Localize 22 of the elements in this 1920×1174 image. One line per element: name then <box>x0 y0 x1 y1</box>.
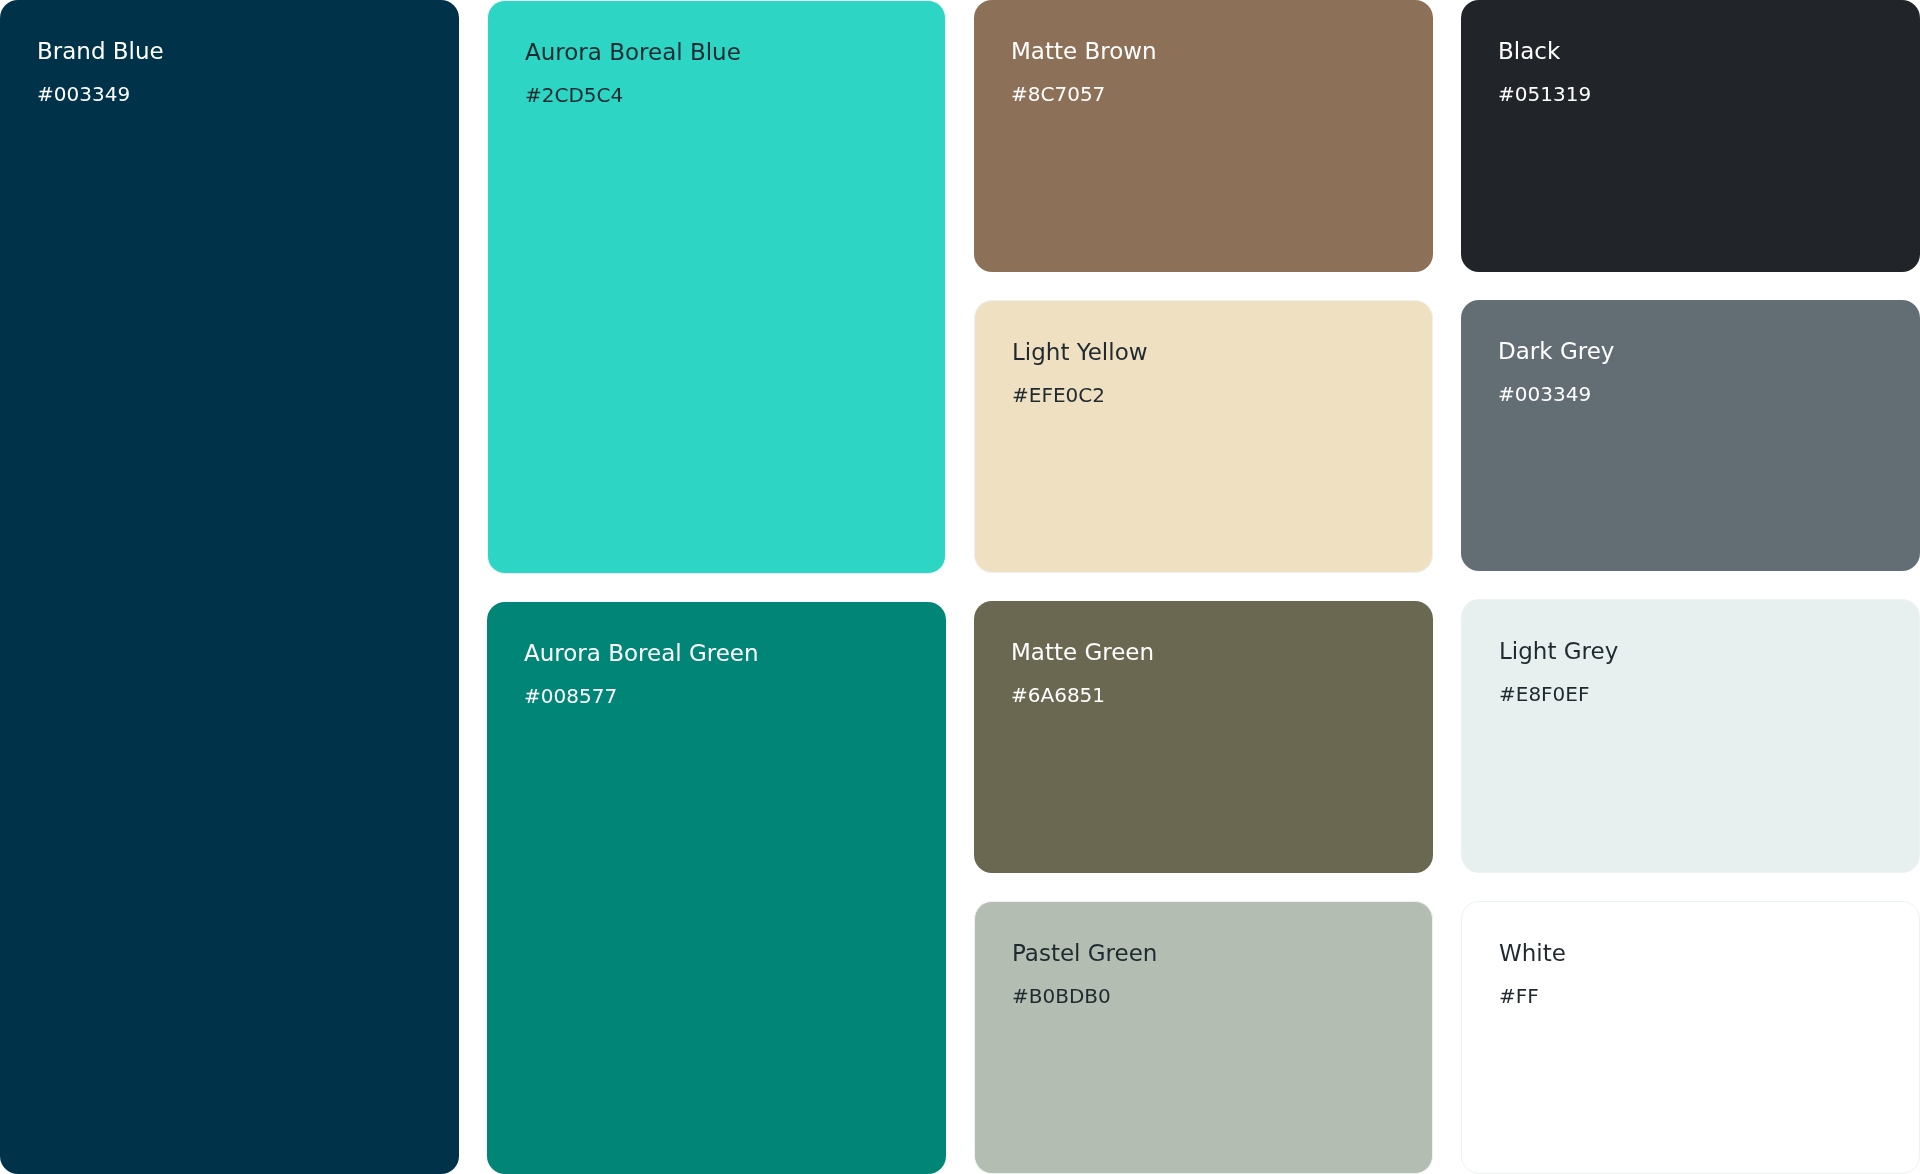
color-name: Dark Grey <box>1498 337 1615 364</box>
hex-code: #E8F0EF <box>1499 682 1590 706</box>
hex-code: #EFE0C2 <box>1012 382 1105 407</box>
color-name: White <box>1499 939 1566 966</box>
color-name: Matte Green <box>1011 639 1155 665</box>
color-name: Aurora Boreal Green <box>524 640 759 666</box>
hex-code: #B0BDB0 <box>1012 983 1111 1008</box>
hex-code: #008577 <box>524 684 618 708</box>
hex-code: #2CD5C4 <box>525 83 624 107</box>
color-name: Brand Blue <box>37 38 164 64</box>
color-name: Light Grey <box>1499 638 1619 664</box>
color-name: Matte Brown <box>1011 38 1157 64</box>
hex-code: #003349 <box>37 82 131 106</box>
hex-code: #FF <box>1499 983 1539 1008</box>
color-name: Aurora Boreal Blue <box>525 39 741 65</box>
color-name: Light Yellow <box>1012 338 1148 365</box>
hex-code: #8C7057 <box>1011 82 1106 106</box>
color-name: Pastel Green <box>1012 939 1158 966</box>
hex-code: #051319 <box>1498 82 1592 106</box>
color-name: Black <box>1498 38 1561 64</box>
hex-code: #003349 <box>1498 381 1592 406</box>
hex-code: #6A6851 <box>1011 683 1106 707</box>
